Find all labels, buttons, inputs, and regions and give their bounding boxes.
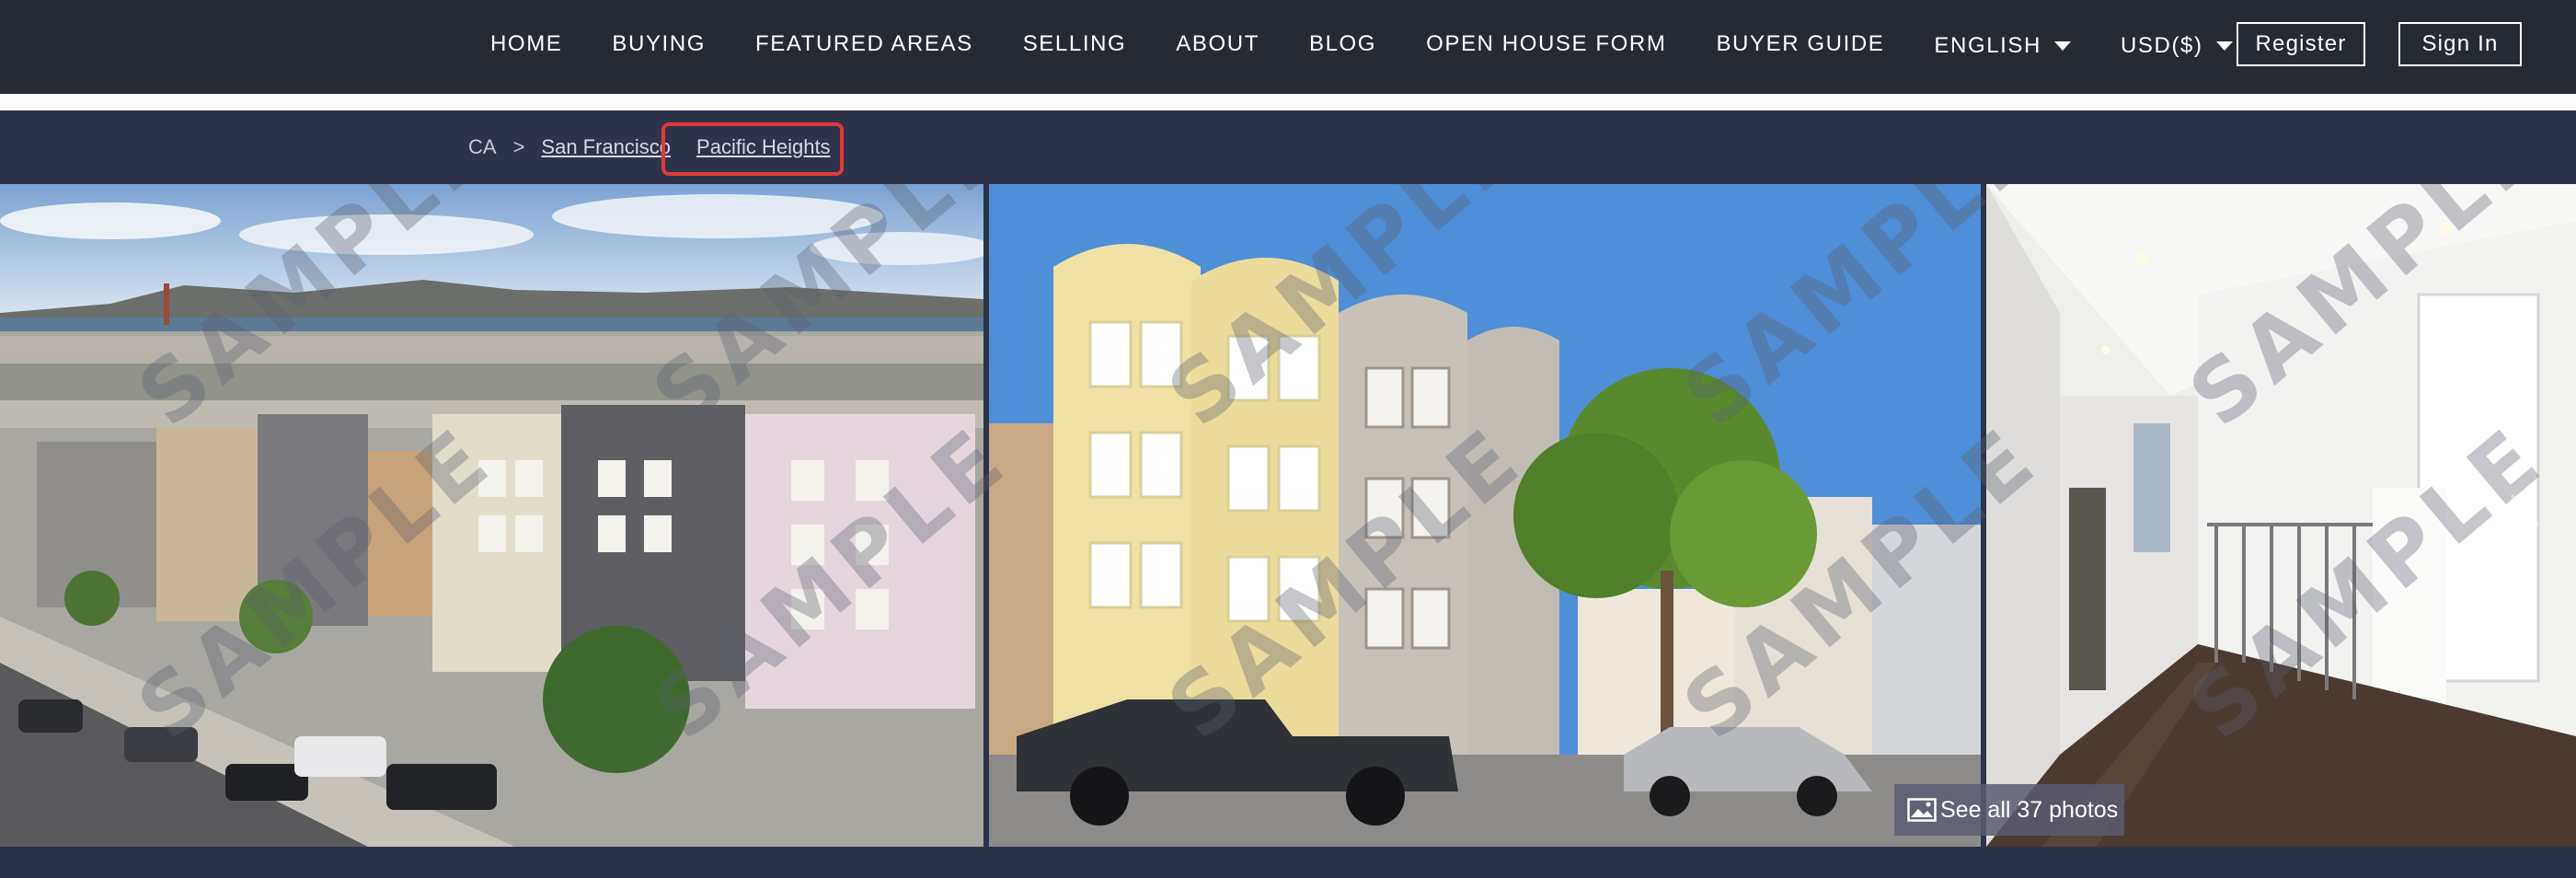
breadcrumb-state: CA <box>468 135 497 158</box>
breadcrumb-bar: CA > San Francisco Pacific Heights <box>0 110 2576 184</box>
sign-in-button[interactable]: Sign In <box>2398 22 2522 66</box>
language-label: ENGLISH <box>1934 33 2041 58</box>
chevron-right-icon[interactable] <box>2506 488 2543 561</box>
see-all-photos-label: See all 37 photos <box>1940 796 2119 823</box>
see-all-photos-button[interactable]: See all 37 photos <box>1894 784 2124 836</box>
chevron-down-icon <box>2053 41 2071 51</box>
nav-item-buying[interactable]: BUYING <box>612 31 706 57</box>
section-band <box>0 847 2576 878</box>
nav-item-about[interactable]: ABOUT <box>1176 31 1259 57</box>
currency-dropdown[interactable]: USD($) <box>2121 33 2233 59</box>
divider <box>0 94 2576 110</box>
nav-item-buyer-guide[interactable]: BUYER GUIDE <box>1716 31 1884 57</box>
gallery-photo-interior[interactable] <box>1986 184 2576 847</box>
nav-item-blog[interactable]: BLOG <box>1309 31 1376 57</box>
breadcrumb-city-link[interactable]: San Francisco <box>541 135 671 159</box>
gallery-photo-aerial[interactable] <box>0 184 983 847</box>
nav-item-home[interactable]: HOME <box>490 31 562 57</box>
gallery-photo-facade[interactable] <box>989 184 1981 847</box>
breadcrumb-separator: > <box>512 135 525 158</box>
photo-gallery: SAMPLE SAMPLE SAMPLE SAMPLE SAMPLE SAMPL… <box>0 184 2576 847</box>
register-button[interactable]: Register <box>2237 22 2365 66</box>
highlight-box <box>661 122 844 176</box>
currency-label: USD($) <box>2120 33 2203 58</box>
nav-item-featured-areas[interactable]: FEATURED AREAS <box>755 31 973 57</box>
nav-item-selling[interactable]: SELLING <box>1023 31 1127 57</box>
top-navigation: HOME BUYING FEATURED AREAS SELLING ABOUT… <box>0 0 2576 94</box>
language-dropdown[interactable]: ENGLISH <box>1934 33 2071 59</box>
main-menu: HOME BUYING FEATURED AREAS SELLING ABOUT… <box>490 0 2283 88</box>
nav-item-open-house-form[interactable]: OPEN HOUSE FORM <box>1426 31 1666 57</box>
chevron-down-icon <box>2215 41 2233 51</box>
image-icon <box>1907 798 1937 822</box>
